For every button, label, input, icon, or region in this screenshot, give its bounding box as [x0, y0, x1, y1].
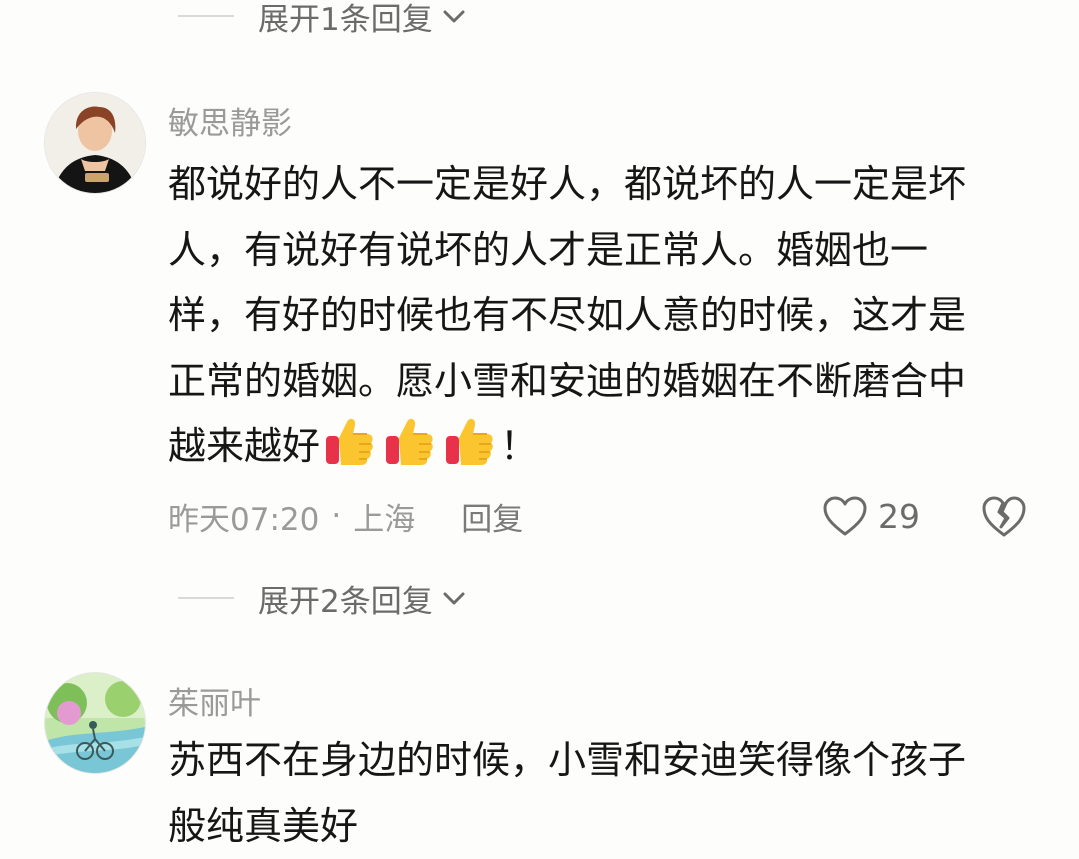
- comment-line: 都说好的人不一定是好人，都说坏的人一定是坏: [168, 152, 1038, 218]
- comment-text: 都说好的人不一定是好人，都说坏的人一定是坏 人，有说好有说坏的人才是正常人。婚姻…: [168, 152, 1038, 480]
- expand-replies-2[interactable]: 展开2条回复: [178, 578, 469, 618]
- meta-separator: ·: [331, 498, 341, 534]
- like-button[interactable]: 29: [822, 493, 920, 539]
- comment-line: 样，有好的时候也有不尽如人意的时候，这才是: [168, 283, 1038, 349]
- comment-line-text: 越来越好: [168, 424, 320, 468]
- comment-text: 苏西不在身边的时候，小雪和安迪笑得像个孩子 般纯真美好: [168, 728, 1038, 859]
- expand-replies-1[interactable]: 展开1条回复: [178, 0, 469, 36]
- avatar[interactable]: [44, 92, 146, 194]
- woman-portrait-avatar-icon: [45, 93, 145, 193]
- comment-line: 越来越好 ！: [168, 414, 1038, 480]
- avatar[interactable]: [44, 672, 146, 774]
- divider-line: [178, 15, 234, 17]
- username[interactable]: 茱丽叶: [168, 678, 261, 723]
- comment-line: 正常的婚姻。愿小雪和安迪的婚姻在不断磨合中: [168, 349, 1038, 415]
- chevron-down-icon: [439, 1, 469, 31]
- comment-line: 苏西不在身边的时候，小雪和安迪笑得像个孩子: [168, 728, 1038, 794]
- comment-line-suffix: ！: [500, 424, 538, 468]
- broken-heart-icon[interactable]: [980, 494, 1028, 538]
- thumbs-up-icon: [383, 414, 437, 468]
- chevron-down-icon: [439, 583, 469, 613]
- expand-replies-label: 展开2条回复: [258, 576, 433, 621]
- comment-location: 上海: [353, 494, 415, 539]
- landscape-cyclist-avatar-icon: [45, 673, 145, 773]
- comment-meta: 昨天07:20 · 上海 回复: [168, 494, 523, 538]
- thumbs-up-icon: [443, 414, 497, 468]
- divider-line: [178, 597, 234, 599]
- thumbs-up-icon: [323, 414, 377, 468]
- heart-icon: [822, 495, 868, 537]
- comment-line: 人，有说好有说坏的人才是正常人。婚姻也一: [168, 218, 1038, 284]
- comment-time: 昨天07:20: [168, 494, 319, 539]
- expand-replies-label: 展开1条回复: [258, 0, 433, 39]
- comment-line: 般纯真美好: [168, 794, 1038, 859]
- username[interactable]: 敏思静影: [168, 98, 292, 143]
- like-count: 29: [878, 497, 920, 536]
- reply-button[interactable]: 回复: [461, 494, 523, 539]
